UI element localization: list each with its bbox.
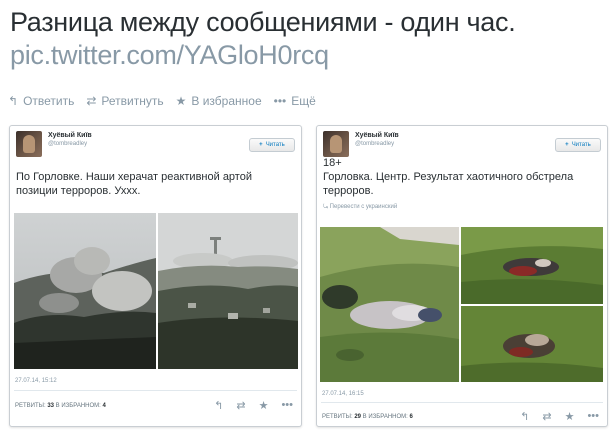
favorites-count[interactable]: 6 bbox=[410, 414, 413, 420]
retweet-icon: ⇄ bbox=[86, 94, 97, 108]
avatar[interactable] bbox=[16, 131, 42, 157]
tweet-header: Хуёвый Київ @tombreadley + Читать bbox=[323, 131, 601, 159]
tweet-date: 27.07.14, 16:15 bbox=[322, 391, 364, 397]
tweet-photo-1[interactable] bbox=[320, 227, 459, 382]
tweet-card-2: Хуёвый Київ @tombreadley + Читать 18+ Го… bbox=[316, 125, 608, 427]
follow-button[interactable]: + Читать bbox=[249, 138, 295, 152]
translate-label: Перевести с украинский bbox=[329, 204, 398, 210]
star-icon[interactable]: ★ bbox=[565, 410, 575, 423]
favorites-label: В ИЗБРАННОМ: bbox=[362, 414, 408, 420]
avatar[interactable] bbox=[323, 131, 349, 157]
tweet-text: По Горловке. Наши херачат реактивной арт… bbox=[16, 171, 252, 197]
retweets-count[interactable]: 29 bbox=[354, 414, 361, 420]
tweet-card-actions: ↰ ⇄ ★ ••• bbox=[214, 399, 293, 412]
tweet-photo-3[interactable] bbox=[461, 306, 603, 382]
follow-icon: + bbox=[565, 142, 569, 148]
tweet-photo-2[interactable] bbox=[461, 227, 603, 304]
user-name[interactable]: Хуёвый Київ bbox=[355, 132, 399, 139]
tweet-text: 18+ Горловка. Центр. Результат хаотичног… bbox=[323, 157, 574, 197]
tweet-stats: РЕТВИТЫ: 29 В ИЗБРАННОМ: 6 bbox=[322, 414, 413, 420]
tweet-card-1: Хуёвый Київ @tombreadley + Читать По Гор… bbox=[9, 125, 302, 427]
star-icon[interactable]: ★ bbox=[259, 399, 269, 412]
follow-label: Читать bbox=[265, 142, 285, 148]
headline: Разница между сообщениями - один час. pi… bbox=[10, 6, 600, 72]
retweet-icon[interactable]: ⇄ bbox=[236, 399, 245, 412]
user-name[interactable]: Хуёвый Київ bbox=[48, 132, 92, 139]
divider bbox=[321, 402, 603, 403]
reply-icon[interactable]: ↰ bbox=[520, 410, 529, 423]
reply-icon: ↰ bbox=[8, 94, 19, 108]
reply-icon[interactable]: ↰ bbox=[214, 399, 223, 412]
tweet-stats: РЕТВИТЫ: 33 В ИЗБРАННОМ: 4 bbox=[15, 403, 106, 409]
follow-icon: + bbox=[259, 142, 263, 148]
follow-button[interactable]: + Читать bbox=[555, 138, 601, 152]
pic-link[interactable]: pic.twitter.com/YAGloH0rcq bbox=[10, 39, 600, 72]
star-icon: ★ bbox=[175, 94, 187, 108]
favorite-label: В избранное bbox=[191, 94, 262, 108]
favorites-label: В ИЗБРАННОМ: bbox=[55, 403, 101, 409]
tweet-actions-bar: ↰ Ответить ⇄ Ретвитнуть ★ В избранное ••… bbox=[8, 92, 328, 110]
follow-label: Читать bbox=[571, 142, 591, 148]
retweets-label: РЕТВИТЫ: bbox=[15, 403, 46, 409]
translate-icon: ⤿ bbox=[323, 204, 330, 210]
user-handle[interactable]: @tombreadley bbox=[48, 141, 87, 147]
retweets-label: РЕТВИТЫ: bbox=[322, 414, 353, 420]
tweet-photo-2[interactable] bbox=[158, 213, 298, 369]
more-icon[interactable]: ••• bbox=[587, 410, 599, 423]
more-label: Ещё bbox=[291, 94, 316, 108]
translate-link[interactable]: ⤿ Перевести с украинский bbox=[323, 204, 397, 211]
reply-label: Ответить bbox=[23, 94, 75, 108]
tweet-photo-1[interactable] bbox=[14, 213, 156, 369]
retweet-label: Ретвитнуть bbox=[101, 94, 164, 108]
retweets-count[interactable]: 33 bbox=[47, 403, 54, 409]
more-icon: ••• bbox=[273, 94, 287, 108]
retweet-icon[interactable]: ⇄ bbox=[542, 410, 551, 423]
more-action[interactable]: ••• Ещё bbox=[274, 94, 316, 108]
headline-title: Разница между сообщениями - один час. bbox=[10, 7, 516, 37]
divider bbox=[14, 390, 297, 391]
favorites-count[interactable]: 4 bbox=[103, 403, 106, 409]
tweet-header: Хуёвый Київ @tombreadley + Читать bbox=[16, 131, 295, 159]
tweet-date: 27.07.14, 15:12 bbox=[15, 378, 57, 384]
more-icon[interactable]: ••• bbox=[281, 399, 293, 412]
tweet-card-actions: ↰ ⇄ ★ ••• bbox=[520, 410, 599, 423]
favorite-action[interactable]: ★ В избранное bbox=[176, 94, 262, 108]
retweet-action[interactable]: ⇄ Ретвитнуть bbox=[86, 94, 163, 108]
reply-action[interactable]: ↰ Ответить bbox=[8, 94, 74, 108]
user-handle[interactable]: @tombreadley bbox=[355, 141, 394, 147]
